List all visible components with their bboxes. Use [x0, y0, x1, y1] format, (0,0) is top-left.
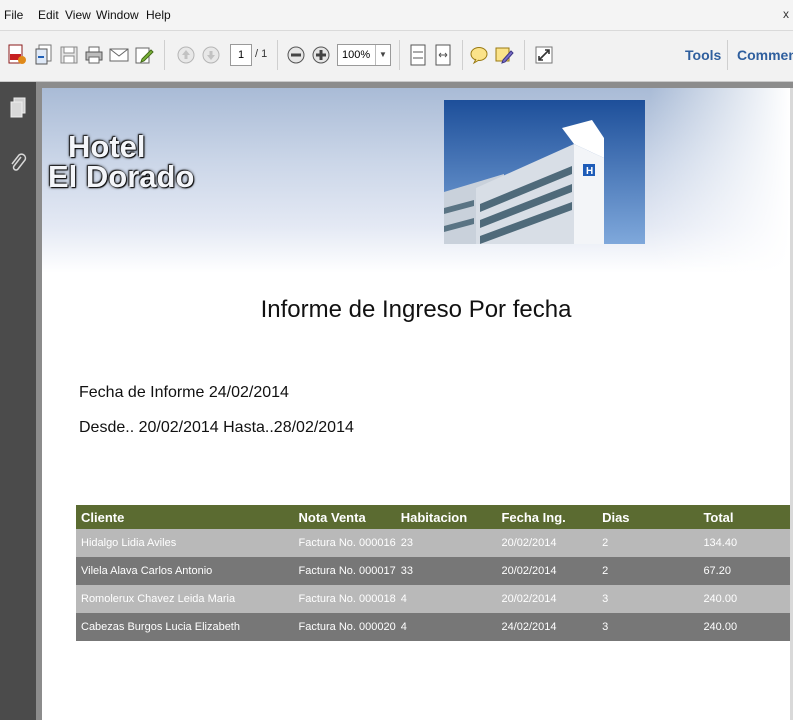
- column-header-habitacion: Habitacion: [395, 505, 497, 529]
- column-header-dias: Dias: [597, 505, 699, 529]
- menu-window[interactable]: Window: [96, 8, 139, 22]
- table-row: Hidalgo Lidia Aviles Factura No. 000016 …: [76, 529, 790, 557]
- report-banner: Hotel El Dorado H: [42, 88, 790, 273]
- chevron-down-icon[interactable]: ▼: [375, 45, 390, 65]
- toolbar-separator: [399, 40, 400, 70]
- menu-file[interactable]: File: [4, 8, 23, 22]
- table-header-row: Cliente Nota Venta Habitacion Fecha Ing.…: [76, 505, 790, 529]
- cell-dias: 3: [597, 585, 699, 613]
- hotel-name-line1: Hotel: [68, 129, 146, 164]
- column-header-fecha-ing: Fecha Ing.: [496, 505, 598, 529]
- cell-cliente: Hidalgo Lidia Aviles: [76, 529, 294, 557]
- cell-total: 67.20: [698, 557, 790, 585]
- menu-view[interactable]: View: [65, 8, 91, 22]
- cell-cliente: Cabezas Burgos Lucia Elizabeth: [76, 613, 294, 641]
- toolbar-separator: [462, 40, 463, 70]
- next-page-icon[interactable]: [200, 44, 222, 66]
- page-total-label: / 1: [255, 48, 268, 60]
- cell-habitacion: 4: [395, 585, 497, 613]
- edit-pdf-icon[interactable]: [133, 44, 155, 66]
- attachments-icon[interactable]: [8, 152, 28, 176]
- cell-dias: 3: [597, 613, 699, 641]
- hotel-logo-text: Hotel El Dorado: [48, 129, 195, 194]
- report-date: Fecha de Informe 24/02/2014: [79, 384, 289, 401]
- save-icon[interactable]: [58, 44, 80, 66]
- cell-total: 240.00: [698, 613, 790, 641]
- cell-fecha-ing: 20/02/2014: [496, 557, 598, 585]
- column-header-nota-venta: Nota Venta: [293, 505, 396, 529]
- cell-cliente: Vilela Alava Carlos Antonio: [76, 557, 294, 585]
- cell-habitacion: 23: [395, 529, 497, 557]
- previous-page-icon[interactable]: [175, 44, 197, 66]
- cell-fecha-ing: 24/02/2014: [496, 613, 598, 641]
- page-number-input[interactable]: 1: [230, 44, 252, 66]
- cell-dias: 2: [597, 557, 699, 585]
- print-icon[interactable]: [83, 44, 105, 66]
- zoom-select[interactable]: 100% ▼: [337, 44, 391, 66]
- cell-nota-venta: Factura No. 000020: [293, 613, 396, 641]
- cell-cliente: Romolerux Chavez Leida Maria: [76, 585, 294, 613]
- toolbar: 1 / 1 100% ▼ Tools Comment: [0, 31, 793, 82]
- menu-help[interactable]: Help: [146, 8, 171, 22]
- menu-bar: File Edit View Window Help x: [0, 0, 793, 31]
- email-icon[interactable]: [108, 44, 130, 66]
- navigation-pane: [0, 82, 36, 720]
- fit-page-icon[interactable]: [407, 44, 429, 66]
- zoom-in-icon[interactable]: [310, 44, 332, 66]
- create-pdf-icon[interactable]: [6, 44, 28, 66]
- comment-link[interactable]: Comment: [737, 47, 793, 63]
- sticky-note-icon[interactable]: [468, 44, 490, 66]
- hotel-name-line2: El Dorado: [48, 159, 195, 194]
- toolbar-separator: [277, 40, 278, 70]
- pdf-page: Hotel El Dorado H Informe de Ingreso Por…: [42, 88, 790, 720]
- toolbar-separator: [164, 40, 165, 70]
- page-thumbnails-icon[interactable]: [8, 96, 28, 120]
- table-row: Vilela Alava Carlos Antonio Factura No. …: [76, 557, 790, 585]
- toolbar-separator: [524, 40, 525, 70]
- expand-icon[interactable]: [533, 44, 555, 66]
- cell-dias: 2: [597, 529, 699, 557]
- cell-habitacion: 4: [395, 613, 497, 641]
- column-header-cliente: Cliente: [76, 505, 294, 529]
- cell-total: 240.00: [698, 585, 790, 613]
- tools-link[interactable]: Tools: [685, 47, 721, 63]
- cell-nota-venta: Factura No. 000018: [293, 585, 396, 613]
- report-date-range: Desde.. 20/02/2014 Hasta..28/02/2014: [79, 419, 354, 436]
- highlight-icon[interactable]: [493, 44, 515, 66]
- close-document-button[interactable]: x: [783, 7, 789, 21]
- cell-total: 134.40: [698, 529, 790, 557]
- cell-fecha-ing: 20/02/2014: [496, 529, 598, 557]
- cell-nota-venta: Factura No. 000016: [293, 529, 396, 557]
- cell-habitacion: 33: [395, 557, 497, 585]
- svg-text:H: H: [586, 166, 593, 177]
- zoom-value: 100%: [342, 49, 371, 61]
- menu-edit[interactable]: Edit: [38, 8, 59, 22]
- cell-nota-venta: Factura No. 000017: [293, 557, 396, 585]
- column-header-total: Total: [698, 505, 790, 529]
- fit-width-icon[interactable]: [432, 44, 454, 66]
- toolbar-separator: [727, 40, 728, 70]
- combine-files-icon[interactable]: [33, 44, 55, 66]
- banner-fade: [650, 88, 790, 273]
- table-row: Cabezas Burgos Lucia Elizabeth Factura N…: [76, 613, 790, 641]
- hotel-building-photo: H: [444, 100, 645, 244]
- income-table: Cliente Nota Venta Habitacion Fecha Ing.…: [76, 505, 790, 641]
- table-row: Romolerux Chavez Leida Maria Factura No.…: [76, 585, 790, 613]
- cell-fecha-ing: 20/02/2014: [496, 585, 598, 613]
- report-title: Informe de Ingreso Por fecha: [260, 296, 572, 323]
- zoom-out-icon[interactable]: [285, 44, 307, 66]
